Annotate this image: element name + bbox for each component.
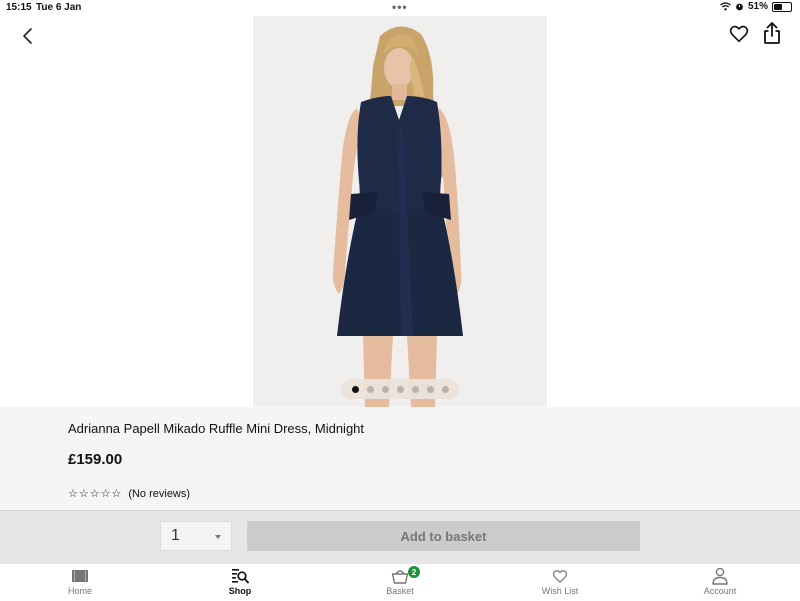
tab-account[interactable]: Account bbox=[670, 567, 770, 596]
carousel-dot[interactable] bbox=[411, 385, 419, 393]
share-button[interactable] bbox=[762, 21, 782, 45]
battery-level bbox=[774, 3, 782, 10]
tab-account-label: Account bbox=[703, 586, 737, 596]
basket-icon bbox=[391, 570, 409, 584]
add-to-basket-bar: 1 Add to basket bbox=[0, 510, 800, 564]
chevron-left-icon bbox=[23, 28, 32, 44]
carousel-dot[interactable] bbox=[366, 385, 374, 393]
account-icon bbox=[712, 567, 728, 585]
rating-row[interactable]: ☆☆☆☆☆ (No reviews) bbox=[68, 487, 190, 500]
add-to-basket-button[interactable]: Add to basket bbox=[247, 521, 640, 551]
share-icon bbox=[764, 22, 780, 44]
back-button[interactable] bbox=[16, 24, 40, 48]
carousel-dot[interactable] bbox=[396, 385, 404, 393]
tab-home-label: Home bbox=[67, 586, 92, 596]
home-icon bbox=[72, 570, 88, 582]
wishlist-toggle-button[interactable] bbox=[728, 23, 750, 45]
tab-shop-label: Shop bbox=[228, 586, 252, 596]
carousel-dot[interactable] bbox=[381, 385, 389, 393]
quantity-value: 1 bbox=[171, 527, 180, 544]
status-bar: 15:15 Tue 6 Jan ••• 51% bbox=[0, 0, 800, 16]
heart-icon bbox=[552, 569, 568, 583]
carousel-dot[interactable] bbox=[441, 385, 449, 393]
basket-count-badge: 2 bbox=[408, 566, 420, 578]
status-indicators: 51% bbox=[720, 1, 792, 12]
tab-wish-list[interactable]: Wish List bbox=[510, 567, 610, 596]
bottom-tab-bar: Home Shop 2 Basket Wish List Account bbox=[0, 563, 800, 601]
status-date: Tue 6 Jan bbox=[36, 2, 82, 13]
tab-shop[interactable]: Shop bbox=[190, 567, 290, 596]
tab-home[interactable]: Home bbox=[30, 567, 130, 596]
product-name: Adrianna Papell Mikado Ruffle Mini Dress… bbox=[68, 421, 365, 436]
carousel-dot[interactable] bbox=[351, 385, 359, 393]
product-details: Adrianna Papell Mikado Ruffle Mini Dress… bbox=[0, 407, 800, 510]
tab-basket[interactable]: 2 Basket bbox=[350, 566, 450, 596]
tab-basket-label: Basket bbox=[386, 586, 414, 596]
shop-search-icon bbox=[232, 569, 249, 584]
product-price: £159.00 bbox=[68, 451, 123, 468]
alarm-icon bbox=[736, 3, 743, 11]
multitasking-dots[interactable]: ••• bbox=[392, 0, 408, 14]
dress-model-image bbox=[332, 26, 463, 407]
status-time: 15:15 bbox=[6, 2, 32, 13]
product-photo[interactable] bbox=[253, 16, 547, 407]
reviews-link[interactable]: (No reviews) bbox=[128, 488, 190, 500]
carousel-dot[interactable] bbox=[426, 385, 434, 393]
caret-down-icon bbox=[215, 535, 221, 539]
battery-percent: 51% bbox=[747, 1, 768, 12]
battery-icon bbox=[772, 1, 792, 12]
heart-icon bbox=[729, 25, 749, 43]
tab-wish-list-label: Wish List bbox=[541, 586, 579, 596]
product-gallery[interactable] bbox=[0, 16, 800, 407]
star-rating: ☆☆☆☆☆ bbox=[68, 487, 123, 500]
carousel-pagination[interactable] bbox=[341, 379, 459, 399]
wifi-icon bbox=[720, 2, 731, 11]
quantity-select[interactable]: 1 bbox=[160, 521, 232, 551]
